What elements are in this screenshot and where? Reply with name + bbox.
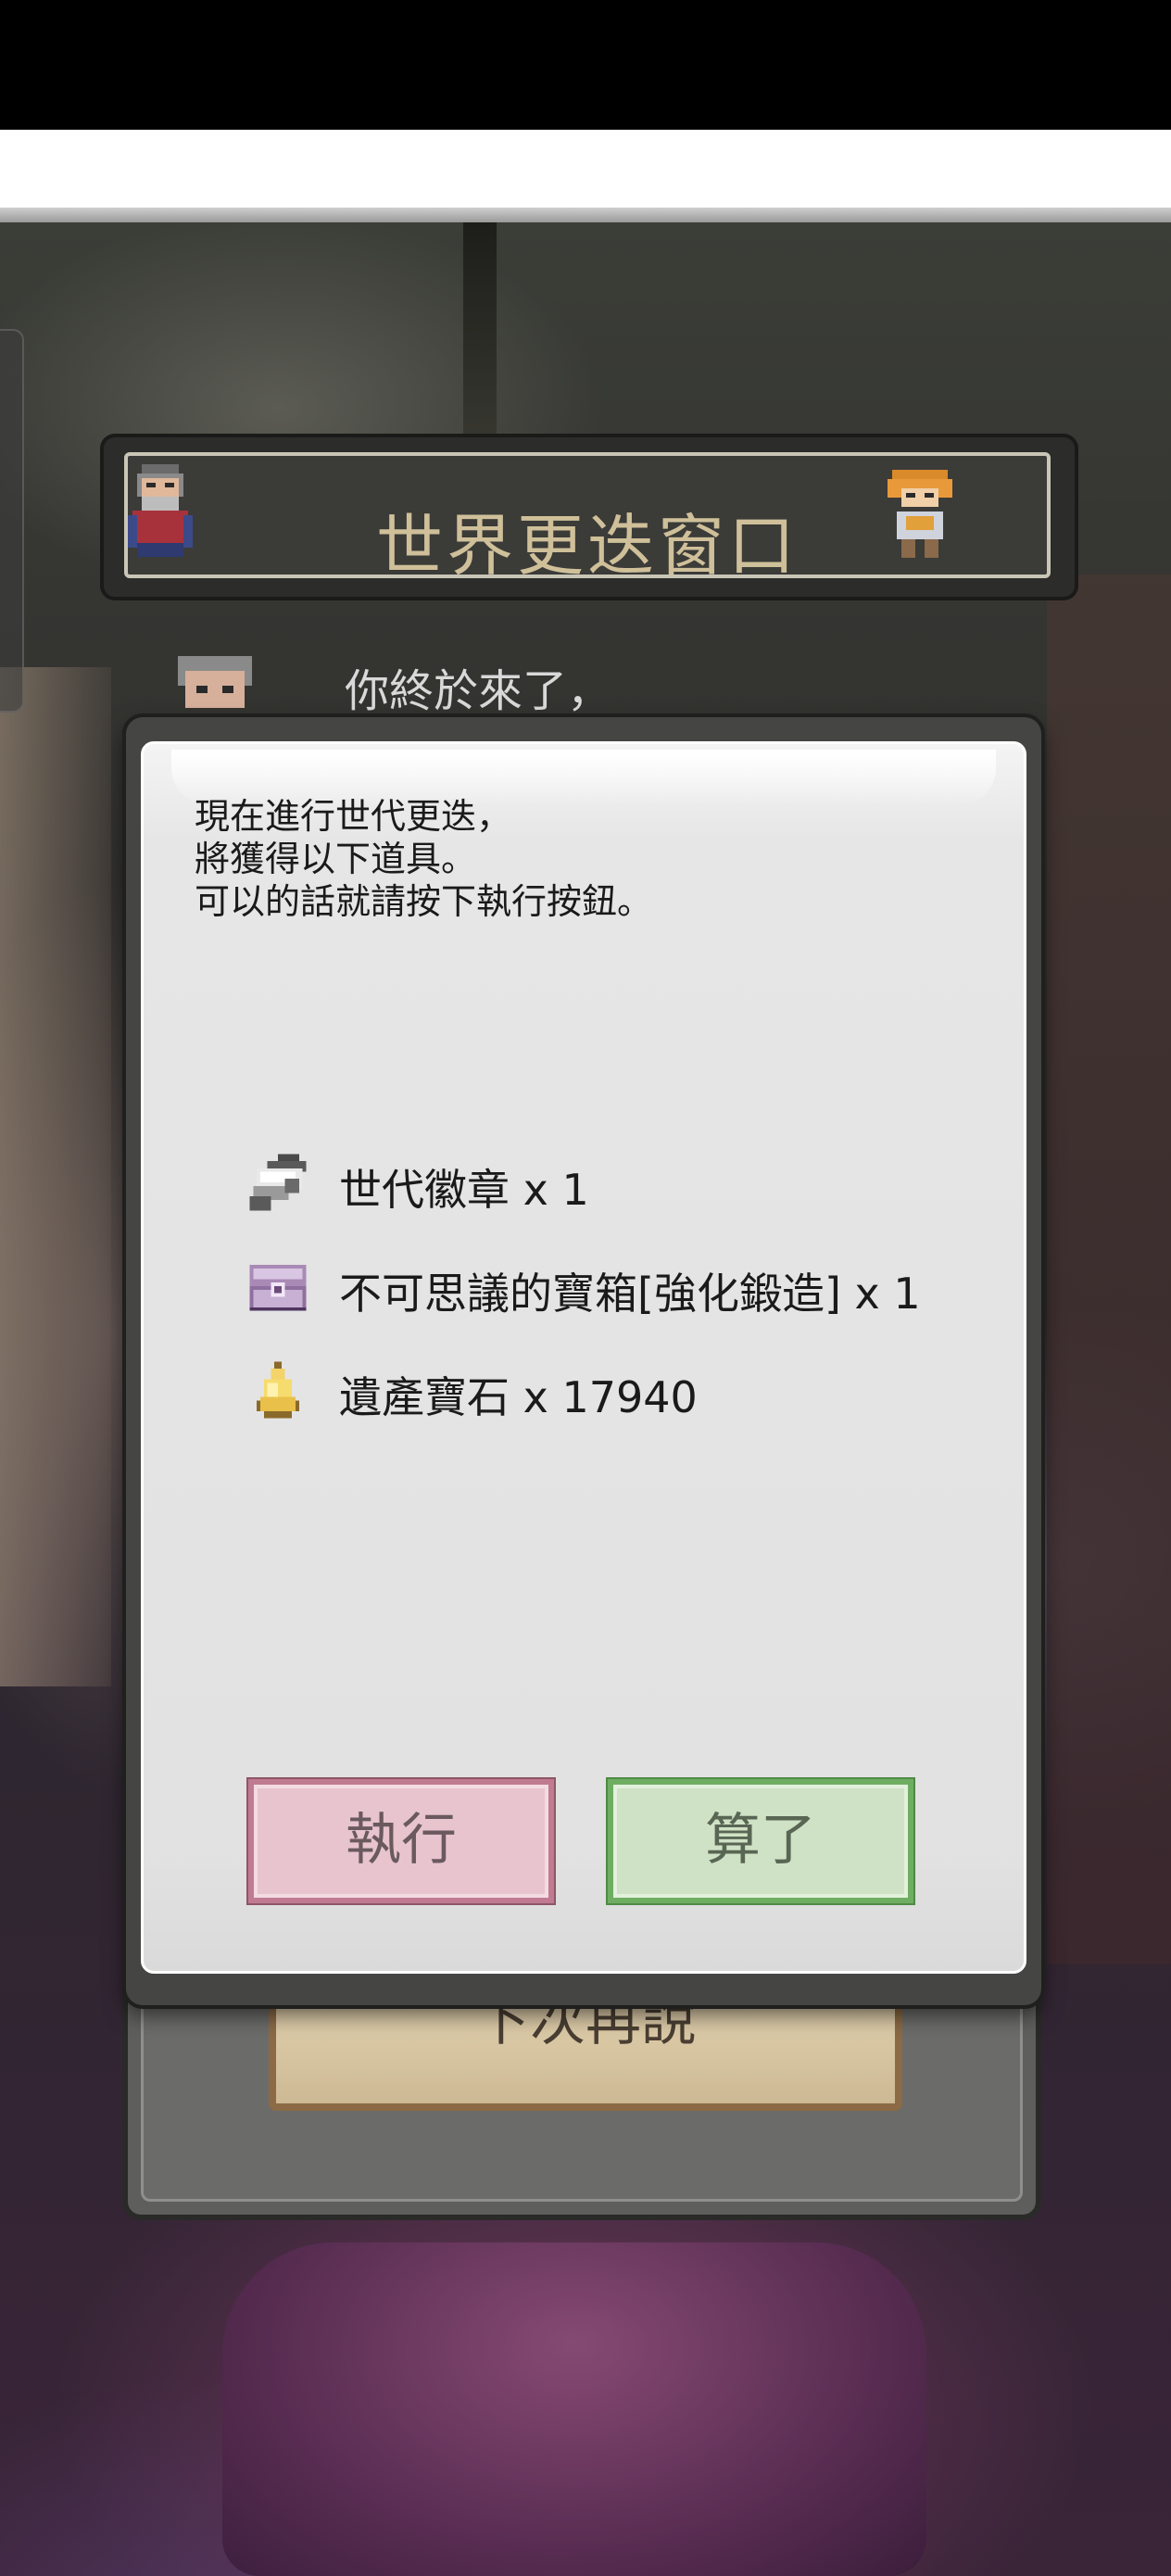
message-line: 可以的話就請按下執行按鈕。 [195,881,653,922]
message-line: 現在進行世代更迭， [195,796,512,837]
badge-icon [249,1154,307,1211]
reward-item: 不可思議的寶箱[強化鍛造] x 1 [243,1244,1039,1327]
hero-sprite-icon [888,470,952,558]
top-divider [0,208,1171,222]
top-bar [0,130,1171,211]
gem-icon [257,1361,299,1419]
reward-item-label: 不可思議的寶箱[強化鍛造] x 1 [339,1269,921,1319]
speaker-avatar-icon [178,656,252,708]
dialog-message: 現在進行世代更迭， 將獲得以下道具。 可以的話就請按下執行按鈕。 [195,795,1010,923]
side-drawer-handle[interactable] [0,329,24,713]
scene-window [0,667,111,1686]
elder-sprite-icon [128,464,193,557]
dialogue-text: 你終於來了， [345,665,612,717]
status-bar [0,0,1171,130]
treasure-chest-icon [249,1265,307,1311]
reward-item: 遺產寶石 x 17940 [243,1347,1039,1431]
execute-button[interactable]: 執行 [248,1779,554,1903]
scene-cushion [222,2242,926,2576]
cancel-button[interactable]: 算了 [608,1779,913,1903]
reward-item: 世代徽章 x 1 [243,1140,1039,1223]
scene-lamp [463,222,497,463]
scene-shelf [1047,575,1171,1964]
reward-item-label: 世代徽章 x 1 [339,1165,589,1215]
reward-item-label: 遺產寶石 x 17940 [339,1372,698,1422]
message-line: 將獲得以下道具。 [195,839,477,879]
